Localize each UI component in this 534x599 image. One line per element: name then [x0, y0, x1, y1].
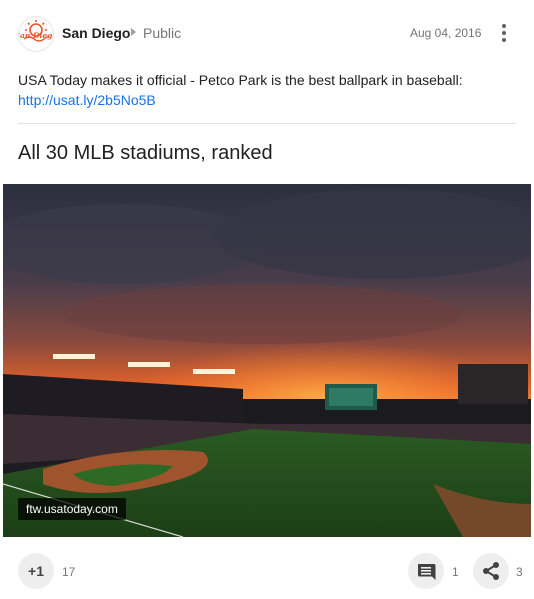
post-link[interactable]: http://usat.ly/2b5No5B: [18, 92, 156, 108]
share-button[interactable]: [473, 553, 509, 589]
link-headline[interactable]: All 30 MLB stadiums, ranked: [18, 142, 273, 165]
logo-text: San Diego: [19, 31, 53, 40]
stadium-photo: [3, 184, 531, 537]
post-actions: +1 17 1 3: [0, 537, 534, 599]
post-body: USA Today makes it official - Petco Park…: [18, 70, 518, 110]
link-source[interactable]: ftw.usatoday.com: [18, 498, 126, 520]
more-vert-icon[interactable]: [492, 18, 516, 46]
post-card: San Diego San Diego Public Aug 04, 2016 …: [0, 0, 534, 599]
plus-one-count: 17: [62, 565, 76, 579]
plus-one-button[interactable]: +1: [18, 553, 54, 589]
author-name[interactable]: San Diego: [62, 25, 130, 41]
visibility-label: Public: [143, 25, 182, 41]
comment-button[interactable]: [408, 553, 444, 589]
post-text: USA Today makes it official - Petco Park…: [18, 72, 463, 88]
avatar[interactable]: San Diego: [18, 16, 54, 52]
san-diego-logo-icon: San Diego: [19, 20, 53, 42]
share-icon: [483, 562, 499, 580]
post-header: San Diego San Diego Public Aug 04, 2016: [0, 0, 534, 66]
comment-icon: [418, 564, 436, 580]
comment-count: 1: [452, 565, 459, 579]
divider: [18, 123, 516, 124]
link-preview-image[interactable]: ftw.usatoday.com: [3, 184, 531, 537]
post-date[interactable]: Aug 04, 2016: [410, 26, 481, 40]
share-count: 3: [516, 565, 523, 579]
plus-one-label: +1: [28, 563, 44, 579]
chevron-right-icon: [131, 28, 136, 36]
